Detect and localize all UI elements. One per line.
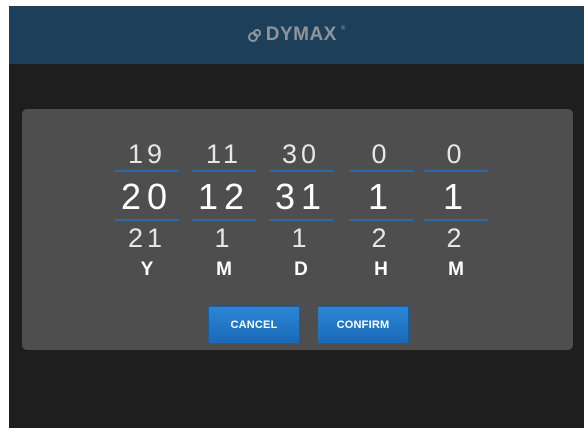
month-unit-label: M xyxy=(216,259,232,280)
trademark-symbol: ® xyxy=(340,26,346,32)
year-separator-top xyxy=(115,170,179,172)
hour-unit-label: H xyxy=(374,259,388,280)
minute-selected-value[interactable]: 1 xyxy=(424,177,488,217)
datetime-picker-dialog: 19 20 21 Y 11 12 1 M 30 31 1 D 0 1 2 H 0… xyxy=(22,109,573,350)
confirm-button[interactable]: CONFIRM xyxy=(317,306,409,344)
month-separator-top xyxy=(192,170,256,172)
month-prev-value[interactable]: 11 xyxy=(192,139,256,169)
day-next-value[interactable]: 1 xyxy=(269,223,333,253)
day-selected-value[interactable]: 31 xyxy=(269,177,333,217)
year-prev-value[interactable]: 19 xyxy=(115,139,179,169)
hour-separator-top xyxy=(349,170,413,172)
hour-next-value[interactable]: 2 xyxy=(349,223,413,253)
dymax-logo-icon xyxy=(247,29,261,42)
hour-separator-bottom xyxy=(349,219,413,221)
month-selected-value[interactable]: 12 xyxy=(192,177,256,217)
day-separator-bottom xyxy=(269,219,333,221)
year-next-value[interactable]: 21 xyxy=(115,223,179,253)
month-next-value[interactable]: 1 xyxy=(192,223,256,253)
minute-next-value[interactable]: 2 xyxy=(424,223,488,253)
month-separator-bottom xyxy=(192,219,256,221)
day-unit-label: D xyxy=(294,259,308,280)
minute-separator-bottom xyxy=(424,219,488,221)
year-selected-value[interactable]: 20 xyxy=(115,177,179,217)
device-screen: DYMAX ® 19 20 21 Y 11 12 1 M 30 31 1 D 0… xyxy=(9,6,584,428)
year-separator-bottom xyxy=(115,219,179,221)
year-unit-label: Y xyxy=(140,259,154,280)
minute-prev-value[interactable]: 0 xyxy=(424,139,488,169)
day-prev-value[interactable]: 30 xyxy=(269,139,333,169)
app-header: DYMAX ® xyxy=(9,6,584,64)
hour-prev-value[interactable]: 0 xyxy=(349,139,413,169)
minute-separator-top xyxy=(424,170,488,172)
day-separator-top xyxy=(269,170,333,172)
cancel-button[interactable]: CANCEL xyxy=(208,306,300,344)
brand-logo: DYMAX ® xyxy=(247,24,346,46)
brand-name: DYMAX xyxy=(265,24,337,45)
minute-unit-label: M xyxy=(448,259,464,280)
hour-selected-value[interactable]: 1 xyxy=(349,177,413,217)
